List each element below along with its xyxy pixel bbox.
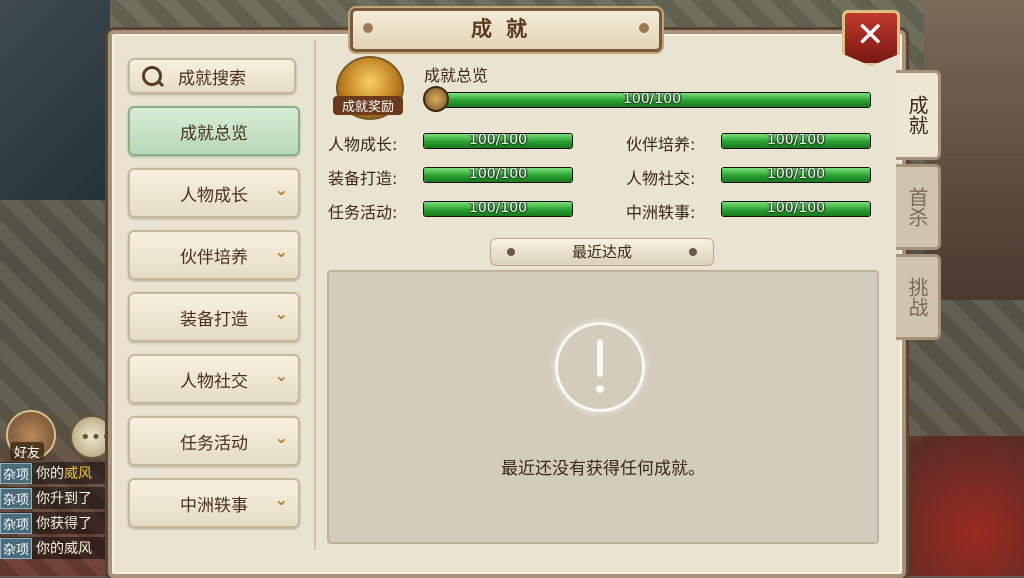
chevron-down-icon: ⌄ — [274, 180, 288, 199]
background-roof-left — [0, 0, 110, 200]
menu-item-label: 装备打造 — [180, 309, 248, 330]
stat-progress-bar: 100/100 — [721, 133, 871, 149]
menu-item-character-growth[interactable]: 人物成长 ⌄ — [128, 168, 300, 218]
chat-line: 杂项 你获得了 — [0, 512, 112, 534]
stat-label: 人物成长: — [328, 135, 398, 154]
menu-item-partner-training[interactable]: 伙伴培养 ⌄ — [128, 230, 300, 280]
recent-header-label: 最近达成 — [571, 243, 632, 261]
stat-label: 任务活动: — [328, 203, 398, 222]
chat-line: 杂项 你的威风 — [0, 537, 112, 559]
tab-label: 成就 — [905, 95, 929, 135]
progress-text: 100/100 — [468, 167, 528, 182]
panel-divider — [314, 40, 316, 550]
chat-text: 你升到了 — [36, 491, 93, 507]
exclamation-dot — [596, 385, 604, 393]
stat-label: 伙伴培养: — [626, 135, 696, 154]
menu-item-label: 人物成长 — [180, 185, 248, 206]
window-title-plate: 成就 — [350, 8, 662, 52]
menu-item-overview[interactable]: 成就总览 — [128, 106, 300, 156]
chevron-down-icon: ⌄ — [274, 304, 288, 323]
title-ornament-right-icon — [639, 23, 649, 33]
progress-text: 100/100 — [766, 201, 826, 216]
chevron-down-icon: ⌄ — [274, 428, 288, 447]
chat-line: 杂项 你升到了 — [0, 487, 112, 509]
menu-item-label: 伙伴培养 — [180, 247, 248, 268]
menu-item-label: 成就总览 — [180, 123, 248, 144]
menu-item-quests[interactable]: 任务活动 ⌄ — [128, 416, 300, 466]
chat-text: 你的 — [36, 466, 65, 482]
achievement-search-button[interactable]: 成就搜索 — [128, 58, 296, 94]
category-menu: 成就搜索 成就总览 人物成长 ⌄ 伙伴培养 ⌄ 装备打造 ⌄ 人物社交 ⌄ 任务… — [128, 58, 300, 540]
search-label: 成就搜索 — [178, 68, 246, 89]
stat-label: 装备打造: — [328, 169, 398, 188]
menu-item-equipment-forging[interactable]: 装备打造 ⌄ — [128, 292, 300, 342]
medal-icon — [423, 86, 449, 112]
progress-text: 100/100 — [468, 133, 528, 148]
chat-line: 杂项 你的威风 — [0, 462, 112, 484]
menu-item-anecdotes[interactable]: 中洲轶事 ⌄ — [128, 478, 300, 528]
stat-progress-bar: 100/100 — [423, 167, 573, 183]
exclamation-icon — [555, 322, 645, 412]
search-icon — [142, 66, 162, 86]
chat-tag: 杂项 — [0, 462, 33, 484]
pin-icon — [507, 248, 515, 256]
tab-challenge[interactable]: 挑战 — [896, 254, 941, 340]
chat-tag: 杂项 — [0, 512, 33, 534]
stat-progress-bar: 100/100 — [721, 201, 871, 217]
chat-text: 你的威风 — [36, 541, 93, 557]
empty-message: 最近还没有获得任何成就。 — [501, 459, 705, 479]
chevron-down-icon: ⌄ — [274, 490, 288, 509]
stat-label: 中洲轶事: — [626, 203, 696, 222]
menu-item-label: 任务活动 — [180, 433, 248, 454]
progress-text: 100/100 — [766, 133, 826, 148]
menu-item-social[interactable]: 人物社交 ⌄ — [128, 354, 300, 404]
stat-progress-bar: 100/100 — [423, 201, 573, 217]
overview-title: 成就总览 — [424, 66, 489, 85]
progress-text: 100/100 — [766, 167, 826, 182]
chat-tag: 杂项 — [0, 537, 33, 559]
tab-label: 首杀 — [905, 187, 929, 227]
stat-progress-bar: 100/100 — [721, 167, 871, 183]
tab-first-kill[interactable]: 首杀 — [896, 164, 941, 250]
close-x-icon: ✕ — [856, 15, 885, 55]
recent-achievements-panel: 最近还没有获得任何成就。 — [327, 270, 879, 544]
menu-item-label: 中洲轶事 — [180, 495, 248, 516]
recent-header: 最近达成 — [490, 238, 714, 266]
stat-progress-bar: 100/100 — [423, 133, 573, 149]
chevron-down-icon: ⌄ — [274, 366, 288, 385]
stat-label: 人物社交: — [626, 169, 696, 188]
title-ornament-left-icon — [363, 23, 373, 33]
chevron-down-icon: ⌄ — [274, 242, 288, 261]
chat-text: 你获得了 — [36, 516, 93, 532]
tab-label: 挑战 — [905, 277, 929, 317]
menu-item-label: 人物社交 — [180, 371, 248, 392]
tab-achievements[interactable]: 成就 — [896, 70, 941, 160]
chat-highlight: 威风 — [64, 466, 93, 482]
exclamation-bar — [597, 339, 603, 377]
window-title: 成就 — [471, 17, 541, 41]
chat-tag: 杂项 — [0, 487, 33, 509]
progress-text: 100/100 — [468, 201, 528, 216]
progress-text: 100/100 — [622, 92, 682, 107]
chat-log[interactable]: 杂项 你的 威风 杂项 你升到了 杂项 你获得了 杂项 你的威风 — [0, 462, 112, 562]
pin-icon — [689, 248, 697, 256]
achievement-reward-label: 成就奖励 — [333, 96, 403, 115]
overview-progress-bar: 100/100 — [433, 92, 871, 108]
friend-label: 好友 — [10, 442, 45, 461]
